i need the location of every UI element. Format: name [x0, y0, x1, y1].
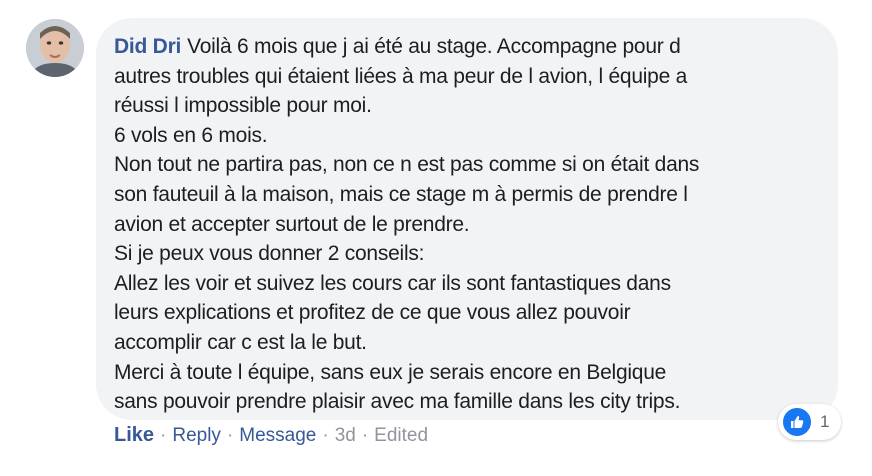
- avatar-photo-icon: [26, 19, 84, 77]
- timestamp-link[interactable]: 3d: [335, 425, 356, 447]
- comment-line: sans pouvoir prendre plaisir avec ma fam…: [114, 390, 681, 414]
- comment-line: autres troubles qui étaient liées à ma p…: [114, 64, 688, 88]
- separator: ·: [322, 424, 329, 446]
- avatar[interactable]: [26, 19, 84, 77]
- comment-line: Merci à toute l équipe, sans eux je sera…: [114, 360, 667, 384]
- like-thumb-icon: [782, 407, 812, 437]
- edited-label[interactable]: Edited: [374, 425, 428, 447]
- comment-line: Allez les voir et suivez les cours car i…: [114, 271, 671, 295]
- comment-line: réussi l impossible pour moi.: [114, 94, 372, 118]
- comment-container: Did Dri Voilà 6 mois que j ai été au stag…: [0, 0, 872, 476]
- comment-bubble: Did Dri Voilà 6 mois que j ai été au stag…: [96, 18, 838, 420]
- separator: ·: [361, 424, 369, 446]
- comment-text: Did Dri Voilà 6 mois que j ai été au stag…: [114, 32, 818, 417]
- comment-line: leurs explications et profitez de ce que…: [114, 301, 631, 325]
- comment-actions: Like · Reply · Message · 3d · Edited: [114, 424, 428, 447]
- separator: ·: [160, 424, 167, 446]
- reaction-summary[interactable]: 1: [778, 404, 842, 440]
- separator: ·: [226, 424, 234, 446]
- comment-line: son fauteuil à la maison, mais ce stage …: [114, 182, 688, 206]
- comment-line: Non tout ne partira pas, non ce n est pa…: [114, 153, 700, 177]
- author-name[interactable]: Did Dri: [114, 35, 181, 58]
- reaction-count: 1: [820, 412, 830, 431]
- comment-line: Si je peux vous donner 2 conseils:: [114, 242, 425, 266]
- comment-line: avion et accepter surtout de le prendre.: [114, 212, 470, 236]
- like-link[interactable]: Like: [114, 424, 154, 447]
- message-link[interactable]: Message: [239, 425, 316, 447]
- comment-line: 6 vols en 6 mois.: [114, 123, 268, 147]
- reply-link[interactable]: Reply: [172, 425, 221, 447]
- comment-line: Voilà 6 mois que j ai été au stage. Acco…: [187, 35, 681, 58]
- comment-line: accomplir car c est la le but.: [114, 330, 367, 354]
